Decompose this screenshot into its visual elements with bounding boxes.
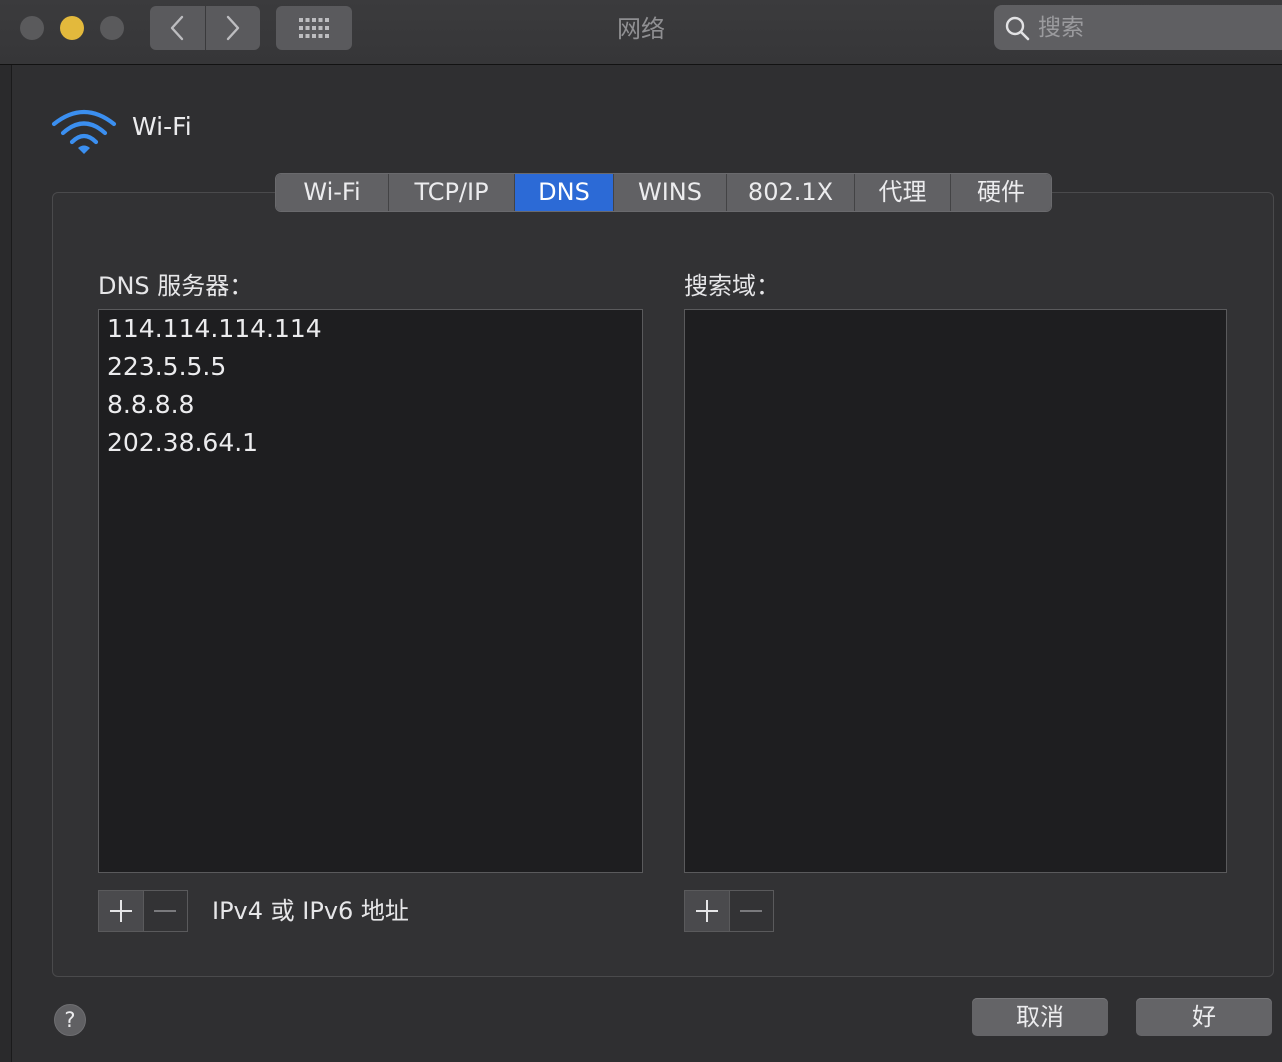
interface-name: Wi-Fi (132, 112, 192, 141)
dns-servers-label: DNS 服务器： (98, 272, 254, 300)
search-domains-add-remove (684, 890, 774, 932)
search-domains-list[interactable] (684, 309, 1227, 873)
search-icon (1005, 16, 1030, 40)
forward-button[interactable] (205, 6, 260, 50)
list-item[interactable]: 114.114.114.114 (99, 310, 642, 348)
tab-hardware[interactable]: 硬件 (951, 174, 1051, 211)
plus-icon (109, 900, 132, 922)
show-all-button[interactable] (276, 6, 352, 50)
list-item[interactable]: 8.8.8.8 (99, 386, 642, 424)
add-search-domain-button[interactable] (685, 891, 730, 931)
minus-icon (740, 910, 763, 912)
list-item[interactable]: 223.5.5.5 (99, 348, 642, 386)
grid-icon (299, 18, 329, 38)
close-window-button[interactable] (20, 16, 44, 40)
remove-search-domain-button[interactable] (729, 891, 773, 931)
dns-servers-list[interactable]: 114.114.114.114 223.5.5.5 8.8.8.8 202.38… (98, 309, 643, 873)
zoom-window-button[interactable] (100, 16, 124, 40)
cancel-button[interactable]: 取消 (972, 998, 1108, 1036)
tab-tcp-ip[interactable]: TCP/IP (389, 174, 515, 211)
search-input[interactable] (1036, 13, 1270, 42)
tab-wins[interactable]: WINS (614, 174, 727, 211)
title-bar: 网络 (0, 0, 1282, 65)
wifi-icon (51, 110, 117, 154)
ok-button[interactable]: 好 (1136, 998, 1272, 1036)
add-dns-server-button[interactable] (99, 891, 144, 931)
dns-servers-add-remove (98, 890, 188, 932)
minus-icon (154, 910, 177, 912)
dns-servers-hint: IPv4 或 IPv6 地址 (212, 897, 409, 925)
tab-dns[interactable]: DNS (515, 174, 614, 211)
search-field[interactable] (994, 5, 1282, 50)
help-button[interactable]: ? (54, 1004, 86, 1036)
remove-dns-server-button[interactable] (143, 891, 187, 931)
search-domains-label: 搜索域： (684, 272, 780, 300)
sidebar-edge (0, 65, 12, 1062)
minimize-window-button[interactable] (60, 16, 84, 40)
plus-icon (695, 900, 718, 922)
tab-proxies[interactable]: 代理 (855, 174, 951, 211)
back-forward-group (150, 6, 260, 50)
network-preferences-window: 网络 Wi-Fi Wi-Fi TCP/IP DNS WINS 802.1X 代理… (0, 0, 1282, 1062)
settings-tab-bar: Wi-Fi TCP/IP DNS WINS 802.1X 代理 硬件 (275, 173, 1052, 212)
back-button[interactable] (150, 6, 206, 50)
list-item[interactable]: 202.38.64.1 (99, 424, 642, 462)
tab-wifi[interactable]: Wi-Fi (276, 174, 389, 211)
chevron-left-icon (171, 15, 184, 41)
tab-802-1x[interactable]: 802.1X (727, 174, 855, 211)
chevron-right-icon (226, 15, 239, 41)
